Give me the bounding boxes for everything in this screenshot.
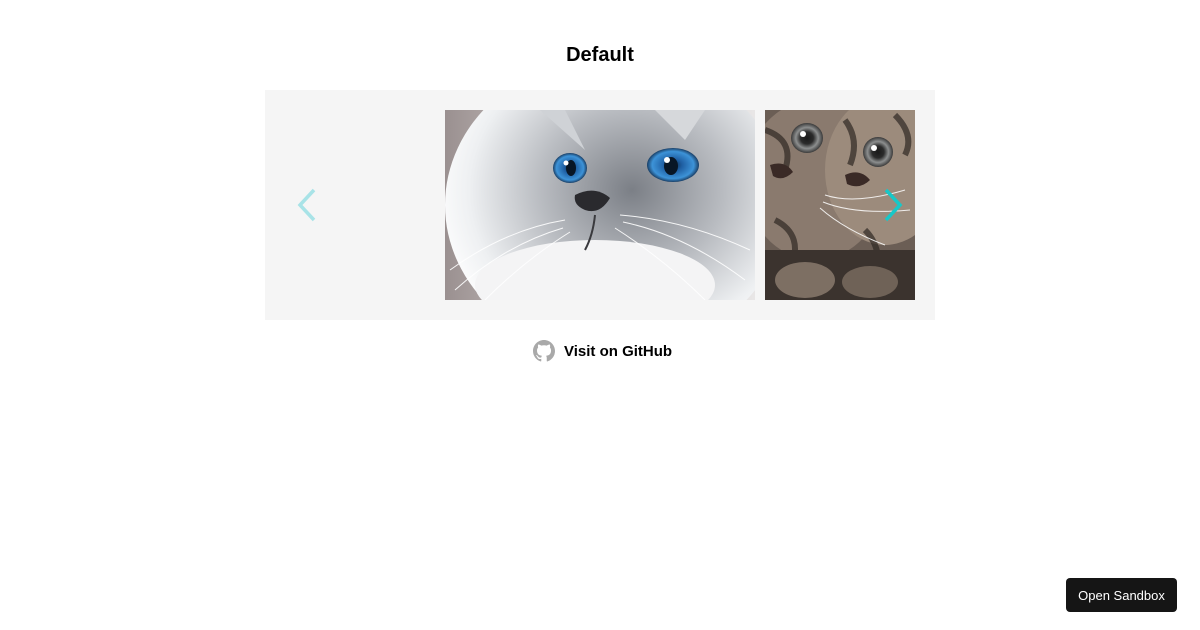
chevron-right-icon — [884, 188, 903, 222]
white-cat-image — [445, 110, 755, 300]
visit-github-link[interactable]: Visit on GitHub — [533, 340, 672, 362]
page-title: Default — [566, 44, 634, 66]
carousel-next-button[interactable] — [878, 187, 908, 223]
github-link-label: Visit on GitHub — [564, 342, 673, 360]
carousel-prev-button[interactable] — [292, 187, 322, 223]
open-sandbox-button[interactable]: Open Sandbox — [1066, 578, 1177, 612]
github-icon — [533, 340, 555, 362]
page: Default Visit on GitHub Open Sandbox — [0, 0, 1200, 630]
image-carousel — [265, 90, 935, 320]
carousel-track[interactable] — [445, 110, 915, 300]
carousel-slide-white-cat[interactable] — [445, 110, 755, 300]
chevron-left-icon — [297, 188, 316, 222]
